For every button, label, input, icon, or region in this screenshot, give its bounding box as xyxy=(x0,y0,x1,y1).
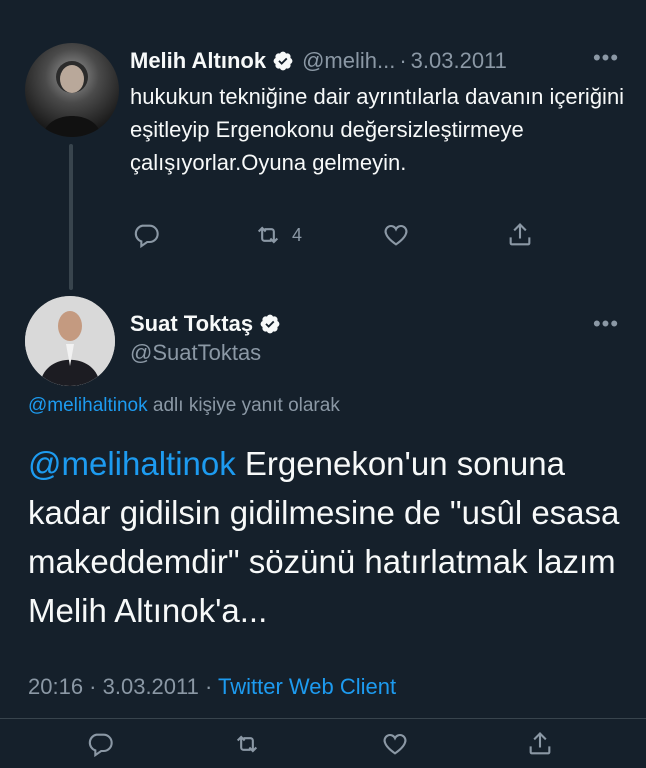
main-more-button[interactable]: ••• xyxy=(588,311,624,336)
retweet-button[interactable]: 4 xyxy=(254,221,302,249)
like-icon xyxy=(383,733,407,755)
parent-more-button[interactable]: ••• xyxy=(588,45,624,70)
divider xyxy=(0,718,646,719)
tweet-meta: 20:16 · 3.03.2011 · Twitter Web Client xyxy=(28,674,396,700)
avatar-suat-image xyxy=(25,296,115,386)
retweet-icon xyxy=(257,226,279,244)
meta-separator: · xyxy=(83,674,103,699)
parent-tweet-header: Melih Altınok @melih... · 3.03.2011 xyxy=(130,44,507,78)
reply-icon xyxy=(88,733,113,758)
reply-icon xyxy=(134,224,159,249)
tweet-client-link[interactable]: Twitter Web Client xyxy=(218,674,396,699)
main-retweet-button[interactable] xyxy=(233,730,261,758)
like-icon xyxy=(384,224,408,246)
reply-button[interactable] xyxy=(132,221,160,249)
avatar-melih-image xyxy=(43,61,101,137)
parent-tweet-date[interactable]: 3.03.2011 xyxy=(411,48,507,74)
main-like-button[interactable] xyxy=(381,730,409,758)
reply-to-label: adlı kişiye yanıt olarak xyxy=(147,395,340,416)
more-icon: ••• xyxy=(592,311,620,336)
main-author-name[interactable]: Suat Toktaş xyxy=(130,311,253,337)
header-separator: · xyxy=(399,48,407,73)
parent-tweet-text: hukukun tekniğine dair ayrıntılarla dava… xyxy=(130,84,625,175)
verified-badge-icon xyxy=(272,50,294,72)
main-tweet-header: Suat Toktaş xyxy=(130,307,281,341)
mention-link[interactable]: @melihaltinok xyxy=(28,445,236,482)
share-icon xyxy=(509,223,531,246)
main-share-button[interactable] xyxy=(526,730,554,758)
like-button[interactable] xyxy=(382,221,410,249)
avatar-melih[interactable] xyxy=(25,43,119,137)
parent-author-handle[interactable]: @melih... xyxy=(302,48,395,74)
retweet-count: 4 xyxy=(292,224,303,245)
reply-to-mention-link[interactable]: @melihaltinok xyxy=(28,395,148,416)
reply-context: @melihaltinok adlı kişiye yanıt olarak xyxy=(28,395,340,417)
tweet-date[interactable]: 3.03.2011 xyxy=(103,674,199,699)
main-author-handle[interactable]: @SuatToktas xyxy=(130,340,261,366)
retweet-icon xyxy=(236,735,258,753)
parent-author-name[interactable]: Melih Altınok xyxy=(130,48,266,74)
verified-badge-icon xyxy=(259,313,281,335)
meta-separator: · xyxy=(198,674,219,699)
tweet-thread: Melih Altınok @melih... · 3.03.2011 ••• … xyxy=(0,0,646,768)
more-icon: ••• xyxy=(592,45,620,70)
thread-connector-line xyxy=(69,144,73,290)
share-button[interactable] xyxy=(506,221,534,249)
main-tweet-text: @melihaltinok Ergenekon'un sonuna kadar … xyxy=(28,439,628,635)
main-reply-button[interactable] xyxy=(86,730,114,758)
share-icon xyxy=(529,732,551,755)
avatar-suat[interactable] xyxy=(25,296,115,386)
tweet-time[interactable]: 20:16 xyxy=(28,674,83,699)
